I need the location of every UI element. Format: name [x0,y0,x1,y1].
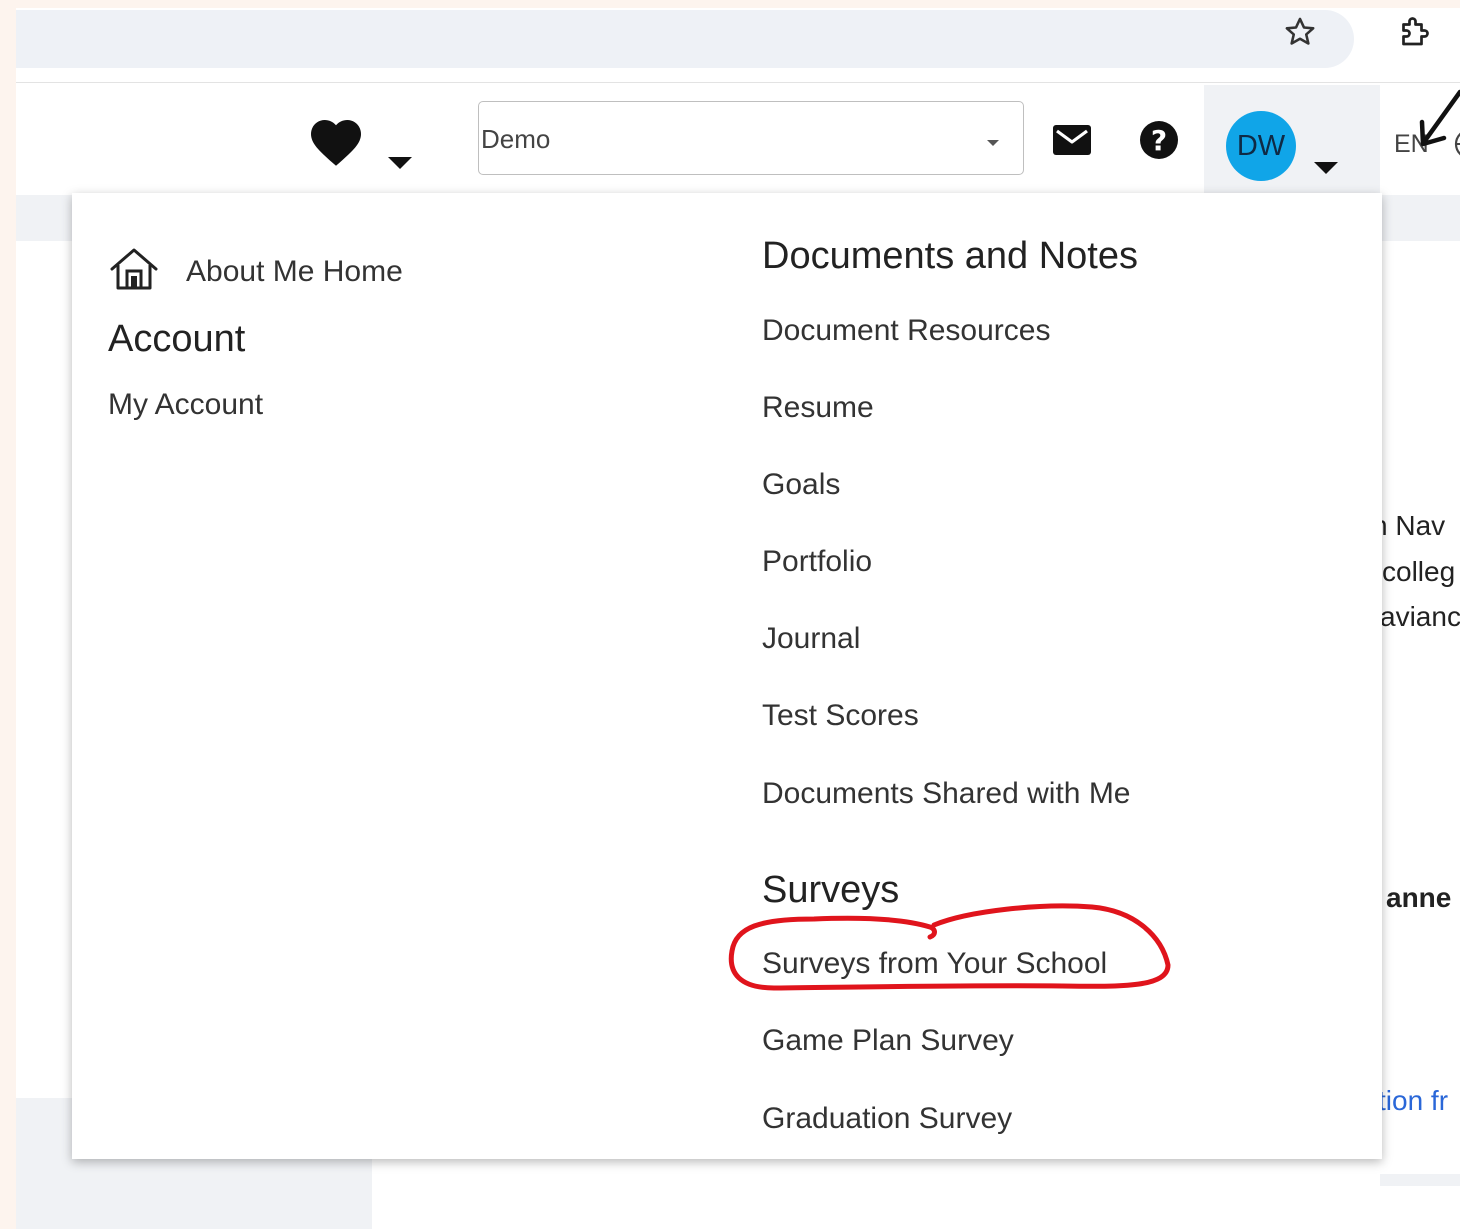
extension-icon[interactable] [1394,12,1434,52]
test-scores-link[interactable]: Test Scores [762,699,919,733]
account-heading: Account [108,318,246,360]
documents-heading: Documents and Notes [762,235,1138,277]
mail-icon[interactable] [1052,124,1092,161]
goals-link[interactable]: Goals [762,468,840,502]
home-icon [108,247,160,296]
documents-shared-link[interactable]: Documents Shared with Me [762,777,1131,811]
about-me-home-label: About Me Home [186,254,403,288]
chevron-down-icon[interactable] [388,157,412,169]
role-select[interactable]: Demo [478,101,1024,175]
background-text: n Nav [1372,510,1446,541]
annotation-arrow-icon [1416,84,1460,159]
chevron-down-icon [987,140,999,146]
resume-link[interactable]: Resume [762,391,874,425]
address-bar[interactable] [16,10,1354,68]
help-icon[interactable]: ? [1140,121,1178,159]
role-select-value: Demo [481,124,551,154]
my-account-link[interactable]: My Account [108,388,263,422]
star-icon[interactable] [1280,12,1320,52]
highlight-annotation [722,893,1182,1002]
background-text: avianc [1380,601,1460,632]
heart-icon[interactable] [306,112,366,173]
app-window: Demo ? DW EN n Nav colleg avianc anne ti… [16,8,1460,1229]
background-heading: anne [1386,882,1452,913]
avatar[interactable]: DW [1226,111,1296,181]
document-resources-link[interactable]: Document Resources [762,314,1050,348]
background-divider [1380,1174,1460,1186]
user-menu-toggle[interactable]: DW [1204,85,1380,195]
background-link[interactable]: tion fr [1378,1085,1448,1117]
chrome-divider [16,82,1460,83]
about-me-home-link[interactable]: About Me Home [108,247,403,296]
portfolio-link[interactable]: Portfolio [762,545,872,579]
game-plan-survey-link[interactable]: Game Plan Survey [762,1024,1014,1058]
chevron-down-icon[interactable] [1314,162,1338,174]
user-dropdown-menu: About Me Home Account My Account Documen… [72,193,1382,1159]
background-text: colleg [1382,556,1456,587]
journal-link[interactable]: Journal [762,622,860,656]
graduation-survey-link[interactable]: Graduation Survey [762,1102,1012,1136]
